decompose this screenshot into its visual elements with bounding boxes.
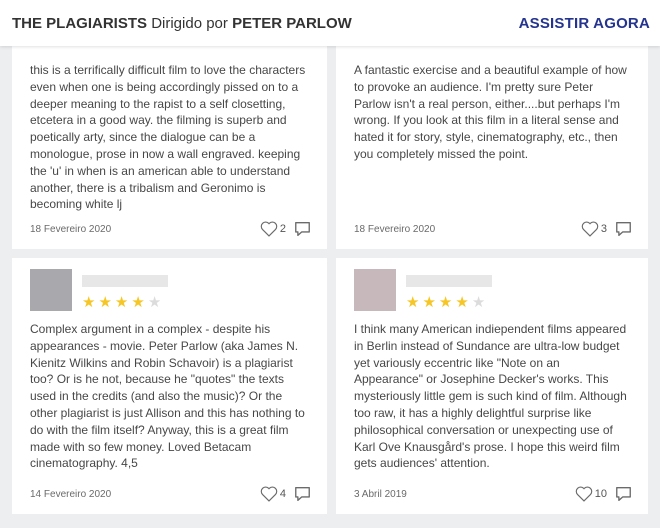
director-name[interactable]: PETER PARLOW <box>232 15 352 32</box>
like-count: 2 <box>279 223 286 235</box>
review-card: A fantastic exercise and a beautiful exa… <box>336 46 648 249</box>
like-button[interactable]: 4 <box>260 486 286 502</box>
heart-icon <box>575 486 593 502</box>
review-footer: 18 Fevereiro 2020 3 <box>354 221 632 237</box>
comment-icon <box>295 222 310 236</box>
review-card: ★ ★ ★ ★ ★ I think many American indiependent… <box>336 258 648 514</box>
review-footer: 3 Abril 2019 10 <box>354 486 632 502</box>
like-count: 4 <box>279 488 286 500</box>
reviewer-profile: ★ ★ ★ ★ ★ <box>30 269 309 313</box>
watch-now-button[interactable]: ASSISTIR AGORA <box>519 15 650 32</box>
review-date: 18 Fevereiro 2020 <box>354 223 436 235</box>
avatar[interactable] <box>30 269 72 311</box>
comment-icon <box>295 487 310 501</box>
review-actions: 3 <box>581 221 632 237</box>
comment-button[interactable] <box>615 221 632 237</box>
like-button[interactable]: 3 <box>581 221 607 237</box>
like-button[interactable]: 2 <box>260 221 286 237</box>
reviewer-name-placeholder[interactable] <box>82 275 168 287</box>
comment-icon <box>616 222 631 236</box>
review-date: 14 Fevereiro 2020 <box>30 488 112 500</box>
review-actions: 10 <box>575 486 632 502</box>
like-button[interactable]: 10 <box>575 486 607 502</box>
review-footer: 14 Fevereiro 2020 4 <box>30 486 311 502</box>
star-filled-icon: ★ <box>98 294 112 311</box>
comment-button[interactable] <box>615 486 632 502</box>
like-count: 10 <box>594 488 607 500</box>
review-text: this is a terrifically difficult film to… <box>30 63 306 212</box>
avatar[interactable] <box>354 269 396 311</box>
star-rating: ★ ★ ★ ★ ★ <box>82 295 168 310</box>
star-empty-icon: ★ <box>147 294 162 311</box>
star-filled-icon: ★ <box>82 294 96 311</box>
heart-icon <box>260 486 278 502</box>
star-filled-icon: ★ <box>131 294 145 311</box>
reviewer-meta: ★ ★ ★ ★ ★ <box>406 269 492 310</box>
heart-icon <box>581 221 599 237</box>
top-bar: THE PLAGIARISTS Dirigido por PETER PARLO… <box>0 0 660 46</box>
star-filled-icon: ★ <box>455 294 469 311</box>
review-text: A fantastic exercise and a beautiful exa… <box>354 63 627 161</box>
review-text: Complex argument in a complex - despite … <box>30 322 305 471</box>
reviewer-profile: ★ ★ ★ ★ ★ <box>354 269 630 313</box>
heart-icon <box>260 221 278 237</box>
star-empty-icon: ★ <box>471 294 486 311</box>
star-filled-icon: ★ <box>114 294 129 311</box>
film-title[interactable]: THE PLAGIARISTS <box>12 15 147 32</box>
review-date: 18 Fevereiro 2020 <box>30 223 112 235</box>
comment-button[interactable] <box>294 486 311 502</box>
star-filled-icon: ★ <box>406 294 420 311</box>
comment-button[interactable] <box>294 221 311 237</box>
directed-by-label: Dirigido por <box>151 14 228 32</box>
comment-icon <box>616 487 631 501</box>
review-footer: 18 Fevereiro 2020 2 <box>30 221 311 237</box>
review-card: ★ ★ ★ ★ ★ Complex argument in a complex - de… <box>12 258 327 514</box>
star-filled-icon: ★ <box>422 294 436 311</box>
reviewer-meta: ★ ★ ★ ★ ★ <box>82 269 168 310</box>
review-actions: 4 <box>260 486 311 502</box>
star-rating: ★ ★ ★ ★ ★ <box>406 295 492 310</box>
reviewer-name-placeholder[interactable] <box>406 275 492 287</box>
like-count: 3 <box>600 223 607 235</box>
review-card: this is a terrifically difficult film to… <box>12 46 327 249</box>
review-actions: 2 <box>260 221 311 237</box>
review-text: I think many American indiependent films… <box>354 322 627 471</box>
review-date: 3 Abril 2019 <box>354 488 407 500</box>
star-filled-icon: ★ <box>438 294 453 311</box>
page-title: THE PLAGIARISTS Dirigido por PETER PARLO… <box>12 15 352 32</box>
